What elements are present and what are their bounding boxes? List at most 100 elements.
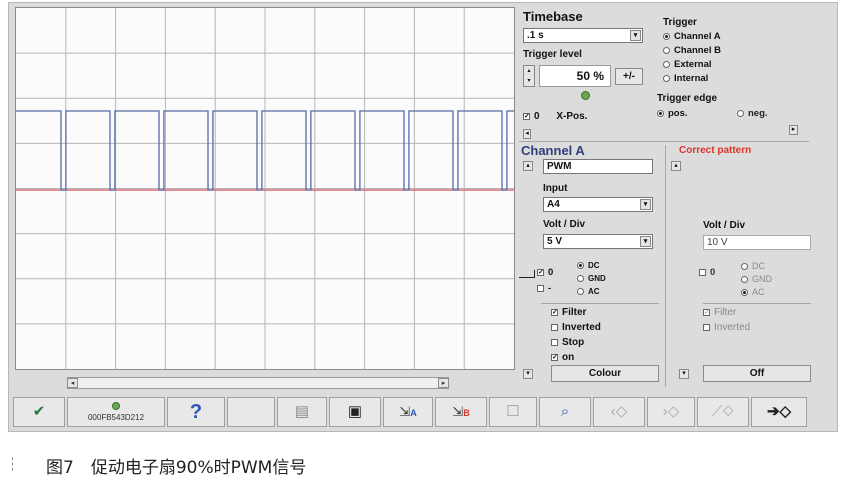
- trigger-level-spinner[interactable]: ▴ ▾: [523, 65, 535, 87]
- radio-icon[interactable]: [577, 262, 584, 270]
- channel-zero-row[interactable]: ✓ 0: [537, 267, 553, 278]
- trigger-level-value[interactable]: 50 %: [539, 65, 611, 87]
- scroll-down-icon[interactable]: ▾: [679, 369, 689, 379]
- trigger-level-label: Trigger level: [523, 49, 582, 60]
- channel-dash-row[interactable]: -: [537, 283, 551, 294]
- diamond-arrow-icon[interactable]: ➔◇: [751, 397, 807, 427]
- diamond-cross-icon[interactable]: ⟋◇: [697, 397, 749, 427]
- filter-row[interactable]: ✓ Filter: [551, 307, 586, 318]
- dash-checkbox[interactable]: [537, 284, 544, 292]
- channel-name-field[interactable]: PWM: [543, 159, 653, 174]
- trigger-option-channel-a[interactable]: Channel A: [663, 31, 721, 42]
- pattern-coupling-ac[interactable]: AC: [741, 287, 765, 297]
- xpos-left-icon[interactable]: ◂: [523, 129, 531, 139]
- trigger-option-external[interactable]: External: [663, 59, 712, 70]
- radio-icon[interactable]: [663, 46, 670, 54]
- trigger-option-label: Channel A: [674, 31, 721, 42]
- load-b-icon[interactable]: ⇲B: [435, 397, 487, 427]
- radio-icon[interactable]: [577, 288, 584, 296]
- radio-icon[interactable]: [741, 276, 748, 284]
- stop-checkbox[interactable]: [551, 338, 558, 346]
- trigger-option-internal[interactable]: Internal: [663, 73, 708, 84]
- pattern-filter-checkbox[interactable]: ✓: [703, 308, 710, 316]
- stop-row[interactable]: Stop: [551, 337, 584, 348]
- pattern-inverted-row[interactable]: Inverted: [703, 322, 750, 333]
- coupling-label: GND: [588, 274, 606, 283]
- coupling-ac[interactable]: AC: [577, 287, 600, 296]
- trigger-invert-button[interactable]: +/-: [615, 68, 643, 85]
- inverted-label: Inverted: [562, 322, 601, 333]
- on-checkbox[interactable]: ✓: [551, 353, 558, 361]
- trigger-edge-pos[interactable]: pos.: [657, 108, 688, 119]
- offset-handle[interactable]: [519, 270, 535, 278]
- trigger-indicator-icon: [581, 91, 590, 100]
- radio-icon[interactable]: [577, 275, 584, 283]
- section-divider: [703, 303, 811, 304]
- xpos-row[interactable]: ✓ 0 X-Pos.: [523, 111, 587, 122]
- pattern-coupling-label: DC: [752, 261, 765, 271]
- channel-name-value: PWM: [547, 161, 572, 172]
- figure-caption: 图7 促动电子扇90%时PWM信号: [46, 458, 307, 478]
- radio-icon[interactable]: [741, 263, 748, 271]
- pattern-filter-row[interactable]: ✓ Filter: [703, 307, 736, 318]
- diamond-right-icon[interactable]: ›◇: [647, 397, 695, 427]
- scroll-left-icon[interactable]: ◂: [67, 378, 78, 388]
- pattern-volt-field[interactable]: 10 V: [703, 235, 811, 250]
- window-icon[interactable]: ☐: [489, 397, 537, 427]
- zoom-icon[interactable]: ⌕: [539, 397, 591, 427]
- pattern-zero-checkbox[interactable]: [699, 268, 706, 276]
- scroll-up-icon[interactable]: ▴: [523, 161, 533, 171]
- filter-checkbox[interactable]: ✓: [551, 308, 558, 316]
- volt-div-select[interactable]: 5 V ▾: [543, 234, 653, 249]
- inverted-row[interactable]: Inverted: [551, 322, 601, 333]
- coupling-dc[interactable]: DC: [577, 261, 600, 270]
- trigger-right-icon[interactable]: ▸: [789, 125, 798, 135]
- radio-icon[interactable]: [663, 60, 670, 68]
- help-button[interactable]: ?: [167, 397, 225, 427]
- save-disk-icon[interactable]: ▣: [329, 397, 381, 427]
- blank-button[interactable]: [227, 397, 275, 427]
- inverted-checkbox[interactable]: [551, 323, 558, 331]
- scroll-up-icon[interactable]: ▴: [671, 161, 681, 171]
- timebase-select[interactable]: .1 s ▾: [523, 28, 643, 43]
- chevron-down-icon[interactable]: ▾: [640, 236, 651, 247]
- trigger-title: Trigger: [663, 17, 697, 28]
- radio-icon[interactable]: [663, 32, 670, 40]
- on-label: on: [562, 352, 575, 363]
- pattern-zero-row[interactable]: 0: [699, 267, 715, 278]
- coupling-gnd[interactable]: GND: [577, 274, 606, 283]
- timebase-title: Timebase: [523, 9, 583, 24]
- radio-icon[interactable]: [737, 109, 744, 117]
- chevron-down-icon[interactable]: ▾: [640, 199, 651, 210]
- input-select[interactable]: A4 ▾: [543, 197, 653, 212]
- timebase-value: .1 s: [527, 30, 544, 41]
- edge-neg-label: neg.: [748, 108, 768, 119]
- pattern-filter-label: Filter: [714, 307, 737, 318]
- check-icon[interactable]: ✔: [13, 397, 65, 427]
- xpos-checkbox[interactable]: ✓: [523, 112, 530, 120]
- radio-icon[interactable]: [741, 289, 748, 297]
- pattern-inverted-label: Inverted: [714, 322, 751, 333]
- radio-icon[interactable]: [657, 109, 664, 117]
- diamond-left-icon[interactable]: ‹◇: [593, 397, 645, 427]
- off-button[interactable]: Off: [703, 365, 811, 382]
- zero-checkbox[interactable]: ✓: [537, 268, 544, 276]
- trigger-edge-neg[interactable]: neg.: [737, 108, 768, 119]
- filter-label: Filter: [562, 307, 587, 318]
- stop-label: Stop: [562, 337, 585, 348]
- horizontal-scrollbar[interactable]: ◂ ▸: [67, 377, 449, 389]
- colour-button[interactable]: Colour: [551, 365, 659, 382]
- trigger-option-channel-b[interactable]: Channel B: [663, 45, 721, 56]
- print-icon[interactable]: ▤: [277, 397, 327, 427]
- scroll-down-icon[interactable]: ▾: [523, 369, 533, 379]
- volt-div-label: Volt / Div: [543, 219, 586, 230]
- scroll-right-icon[interactable]: ▸: [438, 378, 449, 388]
- radio-icon[interactable]: [663, 74, 670, 82]
- pattern-inverted-checkbox[interactable]: [703, 323, 710, 331]
- pattern-coupling-dc[interactable]: DC: [741, 261, 765, 271]
- on-row[interactable]: ✓ on: [551, 352, 574, 363]
- pattern-coupling-gnd[interactable]: GND: [741, 274, 772, 284]
- chevron-down-icon[interactable]: ▾: [630, 30, 641, 41]
- caption-mark: [12, 457, 16, 471]
- load-a-icon[interactable]: ⇲A: [383, 397, 433, 427]
